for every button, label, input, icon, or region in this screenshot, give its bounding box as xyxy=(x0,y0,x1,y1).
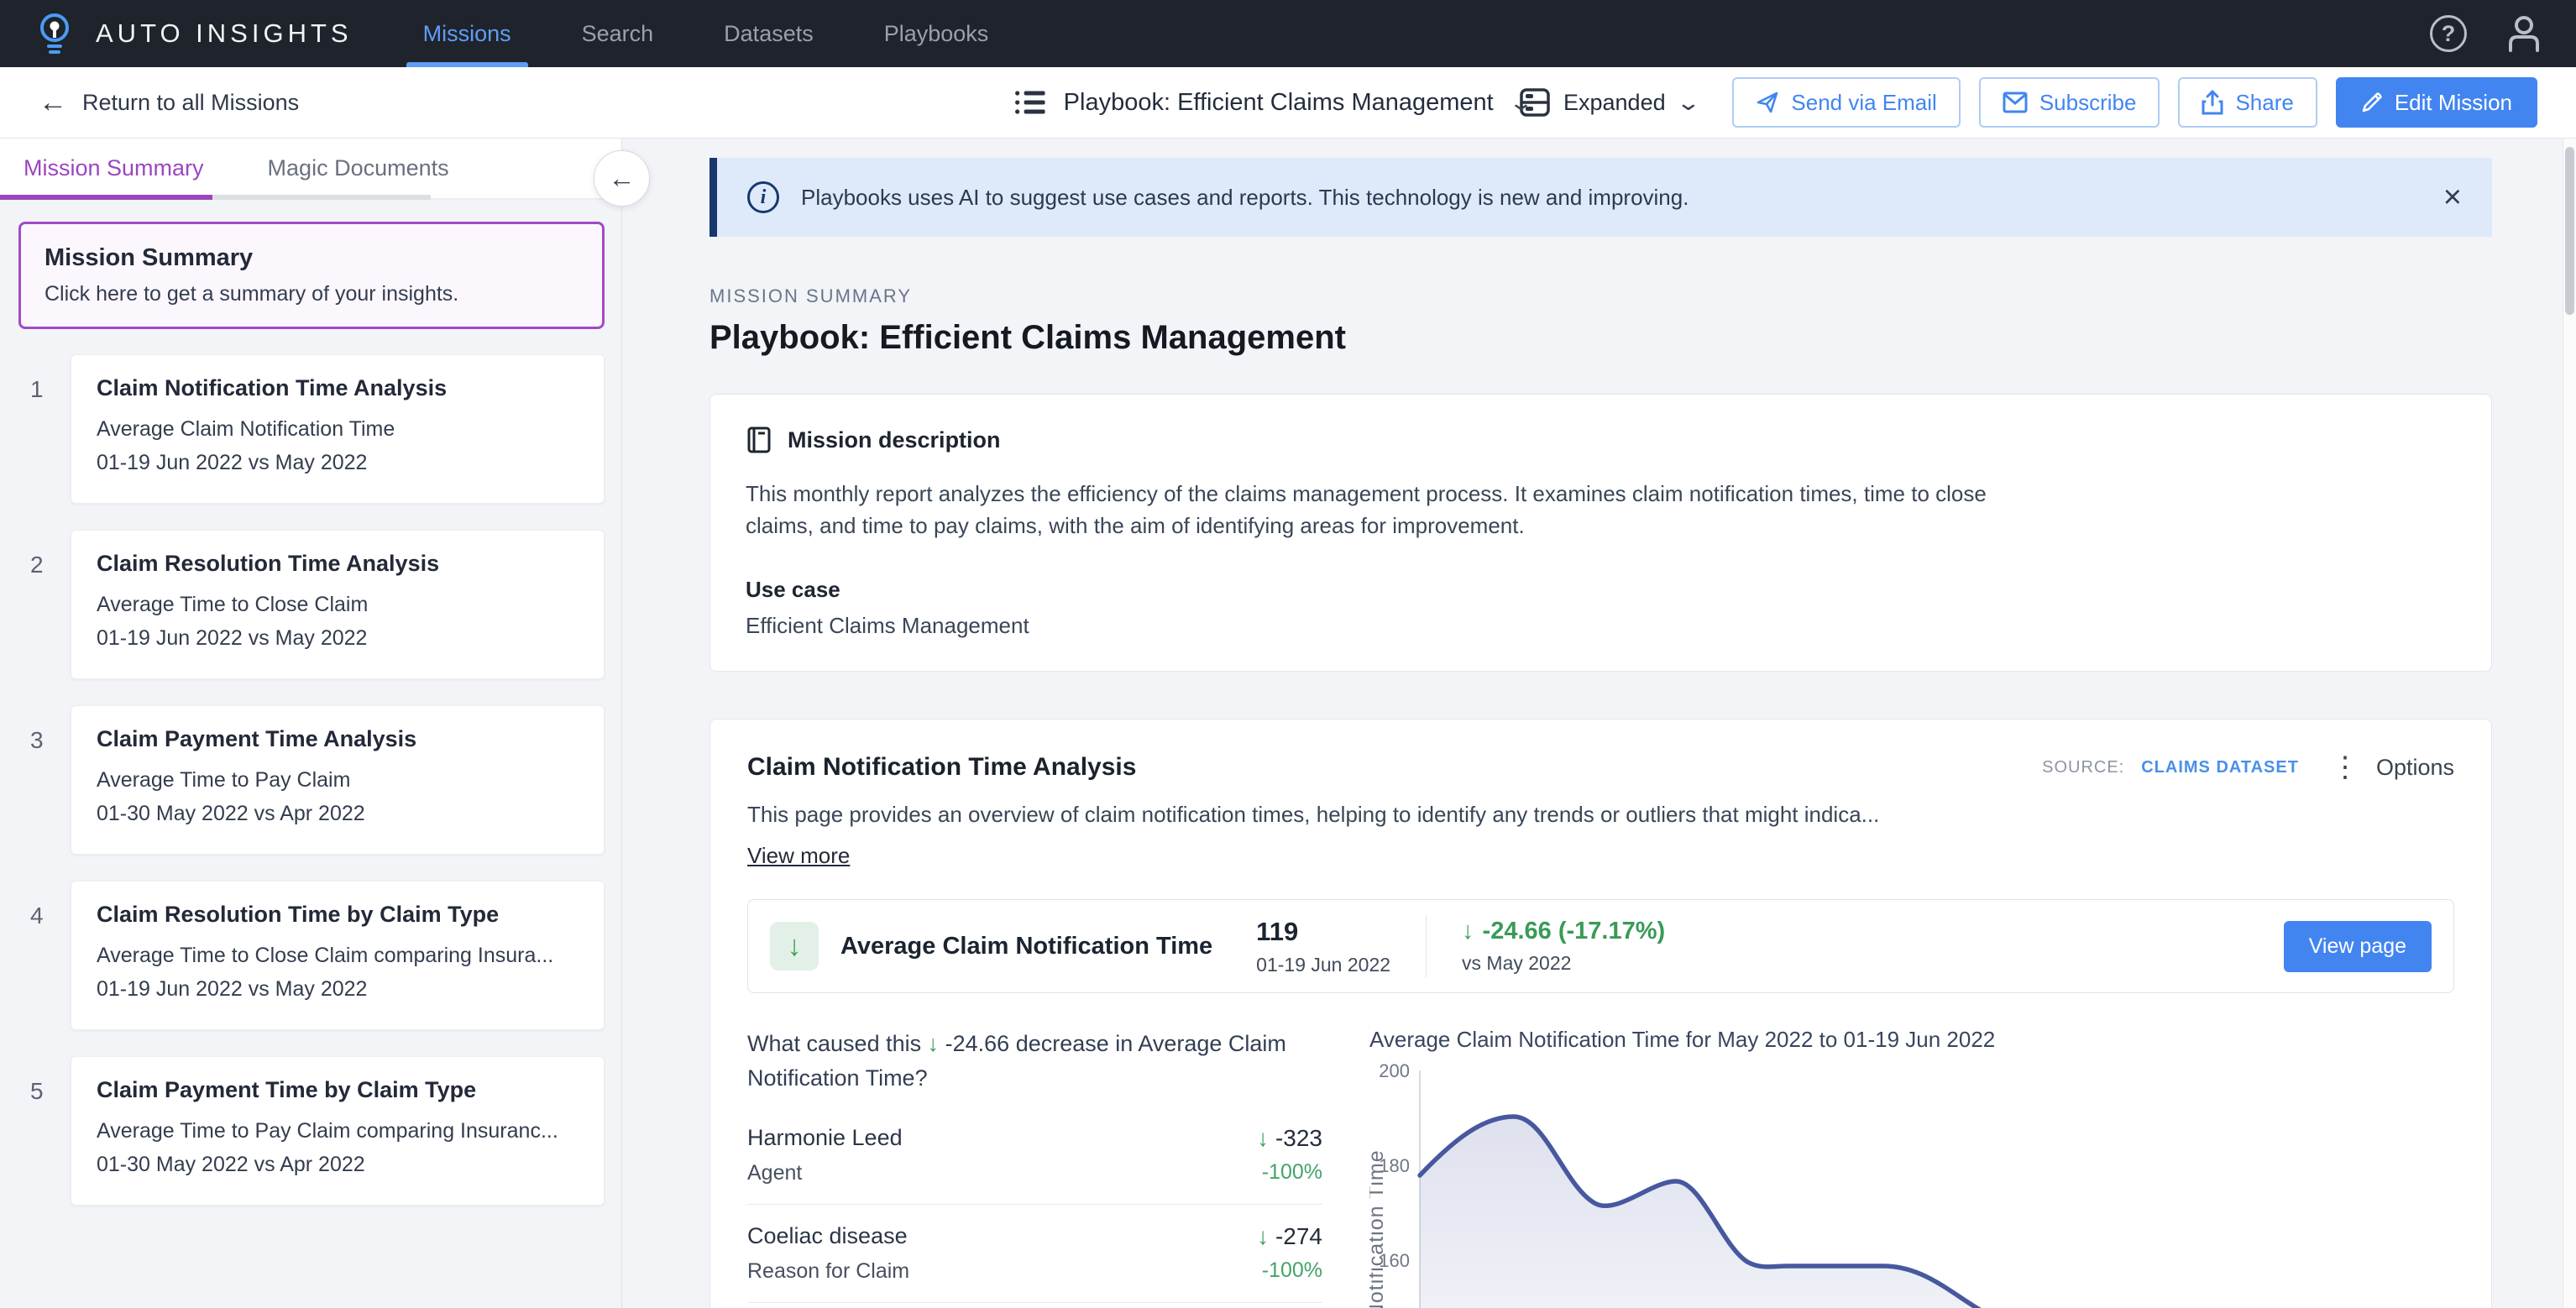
report-card[interactable]: Claim Resolution Time Analysis Average T… xyxy=(71,530,605,679)
options-dots-icon[interactable]: ⋮ xyxy=(2331,753,2359,782)
source-dataset-link[interactable]: CLAIMS DATASET xyxy=(2141,758,2299,777)
description-heading: Mission description xyxy=(788,427,1001,453)
analysis-title: Claim Notification Time Analysis xyxy=(747,753,1136,782)
report-card[interactable]: Claim Resolution Time by Claim Type Aver… xyxy=(71,881,605,1030)
main-content: i Playbooks uses AI to suggest use cases… xyxy=(622,139,2576,1308)
use-case-value: Efficient Claims Management xyxy=(746,613,2456,639)
arrow-down-icon: ↓ xyxy=(1462,918,1474,945)
report-card[interactable]: Claim Payment Time by Claim Type Average… xyxy=(71,1056,605,1206)
ai-info-banner: i Playbooks uses AI to suggest use cases… xyxy=(709,158,2492,237)
sidebar-report-item-1: 1 Claim Notification Time Analysis Avera… xyxy=(18,354,605,504)
driver-row-3[interactable]: Jane Stevens Case Manager ↓ -175.11 -100… xyxy=(747,1303,1322,1308)
svg-text:200: 200 xyxy=(1379,1060,1410,1081)
collapse-arrow-icon: ← xyxy=(609,163,636,194)
tab-magic-documents[interactable]: Magic Documents xyxy=(268,155,449,181)
report-card[interactable]: Claim Notification Time Analysis Average… xyxy=(71,354,605,504)
driver-row-1[interactable]: Harmonie Leed Agent ↓ -323 -100% xyxy=(747,1107,1322,1205)
chart-title: Average Claim Notification Time for May … xyxy=(1369,1027,2492,1053)
report-card[interactable]: Claim Payment Time Analysis Average Time… xyxy=(71,705,605,855)
driver-row-2[interactable]: Coeliac disease Reason for Claim ↓ -274 … xyxy=(747,1205,1322,1303)
scrollbar-track xyxy=(2563,139,2576,1308)
source-label: SOURCE: xyxy=(2042,758,2124,777)
decrease-arrow-icon: ↓ xyxy=(770,922,819,971)
return-to-missions-link[interactable]: ← Return to all Missions xyxy=(39,88,299,117)
nav-item-search[interactable]: Search xyxy=(573,0,662,67)
back-arrow-icon: ← xyxy=(39,88,67,117)
claim-notification-time-area-chart: 200 180 160 140 Claim Notification Time xyxy=(1369,1058,2492,1308)
edit-mission-button[interactable]: Edit Mission xyxy=(2336,77,2537,128)
help-icon[interactable]: ? xyxy=(2430,15,2467,52)
description-body: This monthly report analyzes the efficie… xyxy=(746,479,2030,542)
sidebar-report-item-4: 4 Claim Resolution Time by Claim Type Av… xyxy=(18,881,605,1030)
mission-description-card: Mission description This monthly report … xyxy=(709,394,2492,672)
nav-item-missions[interactable]: Missions xyxy=(415,0,520,67)
arrow-down-icon: ↓ xyxy=(1257,1223,1269,1249)
view-mode-select[interactable]: Expanded ⌄ xyxy=(1520,88,1697,117)
mission-summary-card[interactable]: Mission Summary Click here to get a summ… xyxy=(18,222,605,329)
active-tab-indicator xyxy=(0,195,212,200)
playbook-selector[interactable]: Playbook: Efficient Claims Management ⌄ xyxy=(1015,89,1531,117)
metric-period: 01-19 Jun 2022 xyxy=(1256,954,1390,976)
envelope-icon xyxy=(2003,92,2028,113)
metric-summary-box: ↓ Average Claim Notification Time 119 01… xyxy=(747,899,2454,993)
sidebar-collapse-button[interactable]: ← xyxy=(594,150,650,207)
sidebar-report-item-2: 2 Claim Resolution Time Analysis Average… xyxy=(18,530,605,679)
drivers-panel: What caused this ↓ -24.66 decrease in Av… xyxy=(747,1027,1322,1308)
user-icon[interactable] xyxy=(2505,13,2542,54)
metric-label: Average Claim Notification Time xyxy=(840,933,1212,960)
nav-item-datasets[interactable]: Datasets xyxy=(715,0,822,67)
chevron-down-icon: ⌄ xyxy=(1508,92,1534,113)
metric-change: ↓ -24.66 (-17.17%) xyxy=(1462,918,1665,945)
close-icon[interactable]: × xyxy=(2443,181,2462,213)
send-via-email-button[interactable]: Send via Email xyxy=(1732,77,1960,128)
info-icon: i xyxy=(747,181,779,213)
book-icon xyxy=(746,426,772,453)
chevron-down-icon: ⌄ xyxy=(1675,92,1701,113)
share-button[interactable]: Share xyxy=(2178,77,2317,128)
claim-notification-analysis-card: Claim Notification Time Analysis SOURCE:… xyxy=(709,719,2492,1308)
mission-toolbar: ← Return to all Missions Playbook: Effic… xyxy=(0,67,2576,139)
nav-item-playbooks[interactable]: Playbooks xyxy=(876,0,997,67)
eyebrow-label: MISSION SUMMARY xyxy=(709,285,2492,307)
tab-mission-summary[interactable]: Mission Summary xyxy=(24,155,204,181)
arrow-down-icon: ↓ xyxy=(928,1031,940,1056)
auto-insights-logo-icon xyxy=(34,11,76,56)
page-title: Playbook: Efficient Claims Management xyxy=(709,319,2492,357)
list-icon xyxy=(1015,89,1045,116)
send-icon xyxy=(1756,91,1779,114)
divider xyxy=(1426,915,1427,977)
arrow-down-icon: ↓ xyxy=(1257,1125,1269,1151)
options-button[interactable]: Options xyxy=(2376,755,2454,781)
sidebar-report-item-5: 5 Claim Payment Time by Claim Type Avera… xyxy=(18,1056,605,1206)
idle-tab-indicator xyxy=(212,195,431,200)
scrollbar-thumb[interactable] xyxy=(2565,147,2574,315)
analysis-description: This page provides an overview of claim … xyxy=(747,802,2454,828)
subscribe-button[interactable]: Subscribe xyxy=(1979,77,2160,128)
view-more-link[interactable]: View more xyxy=(747,843,850,869)
sidebar-tabbar: Mission Summary Magic Documents xyxy=(0,139,621,200)
metric-value: 119 xyxy=(1256,917,1390,947)
view-page-button[interactable]: View page xyxy=(2284,921,2432,972)
brand-title: AUTO INSIGHTS xyxy=(96,18,353,49)
chart-y-axis-label: Claim Notification Time xyxy=(1369,1150,1388,1308)
pencil-icon xyxy=(2361,92,2383,113)
driver-question: What caused this ↓ -24.66 decrease in Av… xyxy=(747,1027,1297,1095)
chart-panel: Average Claim Notification Time for May … xyxy=(1369,1027,2492,1308)
sidebar-report-item-3: 3 Claim Payment Time Analysis Average Ti… xyxy=(18,705,605,855)
metric-comparison-period: vs May 2022 xyxy=(1462,952,1665,975)
share-icon xyxy=(2202,90,2223,115)
top-navbar: AUTO INSIGHTS Missions Search Datasets P… xyxy=(0,0,2576,67)
use-case-label: Use case xyxy=(746,577,2456,603)
mission-sidebar: Mission Summary Magic Documents ← Missio… xyxy=(0,139,622,1308)
